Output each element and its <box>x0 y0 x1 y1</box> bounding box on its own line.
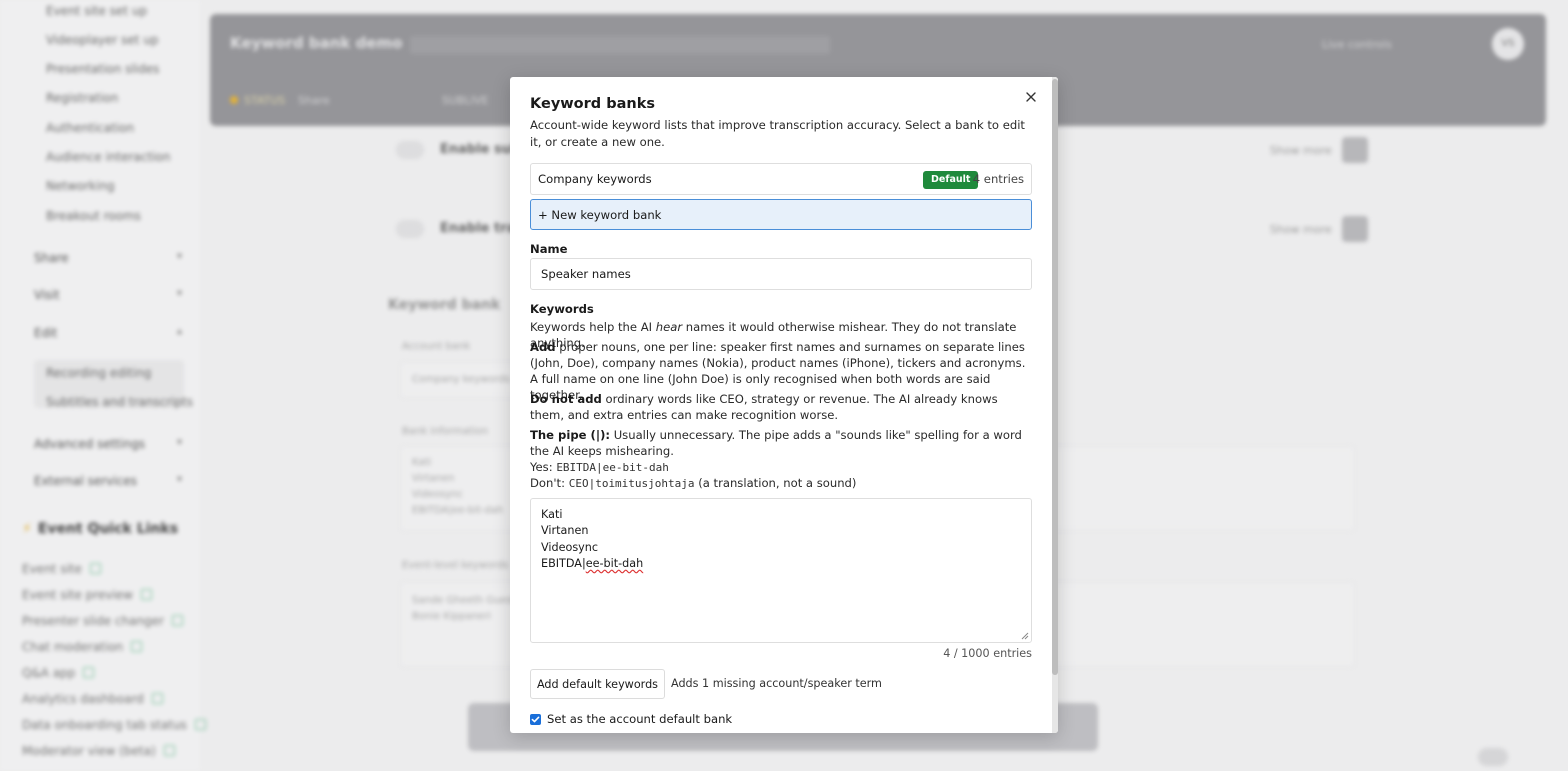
add-default-keywords-button[interactable]: Add default keywords <box>530 669 665 699</box>
bank-list-item[interactable]: Company keywords Default 4 entries <box>530 163 1032 195</box>
bank-name-input[interactable] <box>530 258 1032 290</box>
keyword-banks-modal: Keyword banks Account-wide keyword lists… <box>510 77 1058 733</box>
default-badge: Default <box>923 171 979 189</box>
keywords-label: Keywords <box>530 302 594 316</box>
help-pipe: The pipe (|): Usually unnecessary. The p… <box>530 428 1022 458</box>
spellcheck-underline: ee-bit-dah <box>585 556 644 570</box>
modal-description: Account-wide keyword lists that improve … <box>530 118 1025 149</box>
keyword-line: Kati <box>541 508 563 521</box>
keyword-line: EBITDA|ee-bit-dah <box>541 556 644 570</box>
keyword-line: Videosync <box>541 540 599 554</box>
new-keyword-bank-button[interactable]: + New keyword bank <box>530 199 1032 230</box>
keywords-textarea[interactable]: Kati Virtanen Videosync EBITDA|ee-bit-da… <box>530 498 1032 643</box>
add-default-note: Adds 1 missing account/speaker term <box>671 677 882 690</box>
entry-count: 4 / 1000 entries <box>943 647 1032 660</box>
help-yes-example: Yes: EBITDA|ee-bit-dah <box>530 460 669 474</box>
new-keyword-bank-label: + New keyword bank <box>538 208 662 222</box>
check-icon <box>531 716 540 723</box>
scrollbar-thumb[interactable] <box>1052 79 1058 675</box>
default-bank-checkbox-label[interactable]: Set as the account default bank <box>547 712 732 726</box>
close-button[interactable] <box>1024 90 1038 104</box>
keyword-line: Virtanen <box>541 524 589 538</box>
name-label: Name <box>530 242 568 256</box>
resize-handle-icon[interactable] <box>1021 632 1029 640</box>
help-dont-example: Don't: CEO|toimitusjohtaja (a translatio… <box>530 476 857 490</box>
default-bank-checkbox[interactable] <box>530 714 541 725</box>
modal-title: Keyword banks <box>530 96 655 112</box>
bank-entry-count: 4 entries <box>972 172 1024 186</box>
close-icon <box>1026 92 1036 102</box>
scrollbar-track[interactable] <box>1052 77 1058 733</box>
bank-name: Company keywords <box>538 172 652 186</box>
help-do-not-add: Do not add ordinary words like CEO, stra… <box>530 392 998 422</box>
